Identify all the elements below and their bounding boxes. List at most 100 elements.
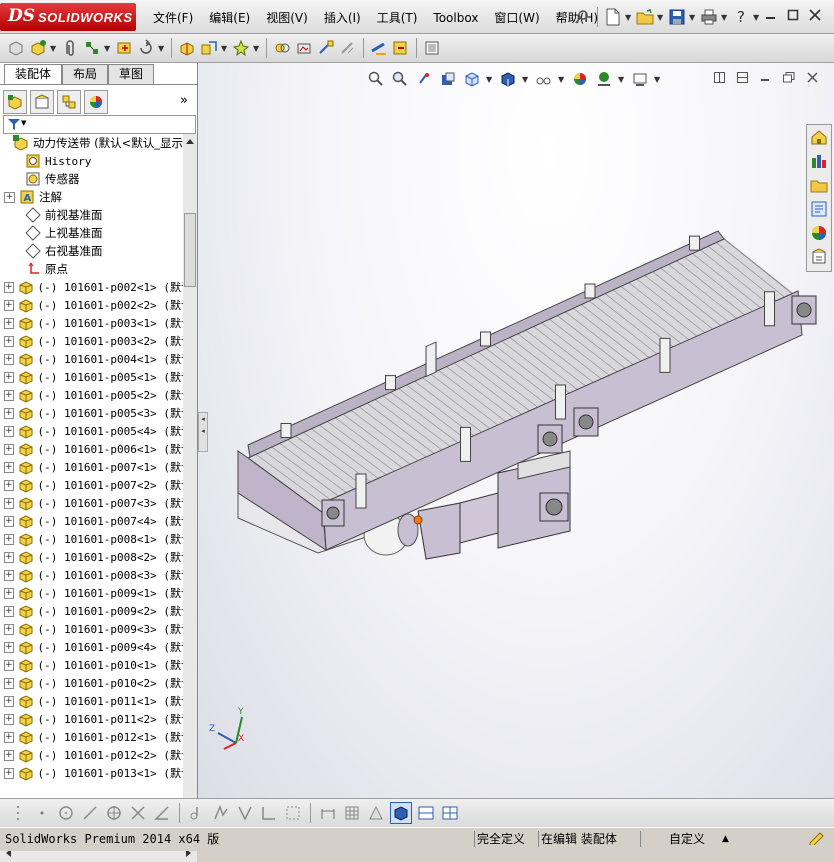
tree-item[interactable]: + (-) 101601-p010<1> (默认 (0, 656, 183, 674)
insert-component-icon[interactable] (28, 38, 48, 58)
mirror-icon[interactable] (235, 803, 255, 823)
tree-item[interactable]: + (-) 101601-p005<2> (默认 (0, 386, 183, 404)
print-icon[interactable] (699, 7, 719, 27)
expand-toggle-icon[interactable]: + (4, 623, 14, 635)
tree-item[interactable]: 上视基准面 (0, 224, 183, 242)
circle-icon[interactable] (56, 803, 76, 823)
new-dropdown-icon[interactable]: ▼ (625, 13, 633, 22)
expand-toggle-icon[interactable]: + (4, 335, 14, 347)
tree-scroll-thumb[interactable] (184, 213, 196, 287)
tree-item[interactable]: + (-) 101601-p007<4> (默认 (0, 512, 183, 530)
tree-item[interactable]: + (-) 101601-p005<4> (默认 (0, 422, 183, 440)
tree-item[interactable]: + (-) 101601-p012<1> (默认 (0, 728, 183, 746)
expand-toggle-icon[interactable]: + (4, 299, 14, 311)
snapshot-icon[interactable] (369, 38, 389, 58)
design-library-icon[interactable] (809, 151, 829, 171)
close-icon[interactable] (808, 8, 822, 22)
tree-item[interactable]: + (-) 101601-p007<2> (默认 (0, 476, 183, 494)
new-document-icon[interactable] (603, 7, 623, 27)
open-dropdown-icon[interactable]: ▼ (657, 13, 665, 22)
expand-toggle-icon[interactable]: + (4, 317, 14, 329)
conveyor-model[interactable]: Y Z X (198, 63, 834, 798)
display-style-icon[interactable] (498, 69, 518, 89)
viewport-minimize-icon[interactable] (760, 72, 771, 86)
offset-icon[interactable] (211, 803, 231, 823)
view-orientation-dropdown-icon[interactable]: ▼ (486, 75, 494, 84)
tree-item[interactable]: 右视基准面 (0, 242, 183, 260)
interference-icon[interactable] (272, 38, 292, 58)
scroll-up-icon[interactable] (185, 137, 195, 145)
menu-item[interactable]: 编辑(E) (201, 0, 258, 33)
new-part-icon[interactable] (6, 38, 26, 58)
expand-toggle-icon[interactable]: + (4, 605, 14, 617)
tree-item[interactable]: History (0, 152, 183, 170)
grid-icon[interactable] (342, 803, 362, 823)
menu-item[interactable]: 文件(F) (145, 0, 201, 33)
rebuild-icon[interactable] (808, 831, 824, 847)
simulation-icon[interactable] (391, 38, 411, 58)
tree-item[interactable]: + (-) 101601-p004<1> (默认 (0, 350, 183, 368)
menu-item[interactable]: 窗口(W) (486, 0, 547, 33)
section-view-icon[interactable] (438, 69, 458, 89)
point-icon[interactable] (32, 803, 52, 823)
tree-item[interactable]: 传感器 (0, 170, 183, 188)
menu-item[interactable]: 插入(I) (316, 0, 369, 33)
tree-item[interactable]: 前视基准面 (0, 206, 183, 224)
scene-dropdown-icon[interactable]: ▼ (618, 75, 626, 84)
paperclip-icon[interactable] (60, 38, 80, 58)
display-style-dropdown-icon[interactable]: ▼ (522, 75, 530, 84)
tree-item[interactable]: + (-) 101601-p003<2> (默认 (0, 332, 183, 350)
mate-dropdown-icon[interactable]: ▼ (104, 44, 112, 53)
file-explorer-icon[interactable] (809, 175, 829, 195)
save-dropdown-icon[interactable]: ▼ (689, 13, 697, 22)
view-settings-icon[interactable] (630, 69, 650, 89)
tree-item[interactable]: + (-) 101601-p009<2> (默认 (0, 602, 183, 620)
explode-dropdown-icon[interactable]: ▼ (253, 44, 261, 53)
expand-panel-icon[interactable]: » (180, 93, 188, 108)
insert-dropdown-icon[interactable]: ▼ (50, 44, 58, 53)
shaded-view-icon[interactable] (390, 802, 412, 824)
assembly-features-icon[interactable] (177, 38, 197, 58)
expand-toggle-icon[interactable]: + (4, 425, 14, 437)
expand-toggle-icon[interactable]: + (4, 749, 14, 761)
expand-toggle-icon[interactable]: + (4, 515, 14, 527)
tree-item[interactable]: + (-) 101601-p011<1> (默认 (0, 692, 183, 710)
zoom-to-fit-icon[interactable] (366, 69, 386, 89)
refgeom-dropdown-icon[interactable]: ▼ (221, 44, 229, 53)
split-window-icon[interactable] (416, 803, 436, 823)
rotate-component-icon[interactable] (136, 38, 156, 58)
tree-item[interactable]: + (-) 101601-p013<1> (默认 (0, 764, 183, 782)
tree-item[interactable]: + (-) 101601-p002<1> (默认 (0, 278, 183, 296)
expand-toggle-icon[interactable]: + (4, 479, 14, 491)
expand-toggle-icon[interactable]: + (4, 353, 14, 365)
expand-toggle-icon[interactable]: + (4, 407, 14, 419)
tree-item[interactable]: + (-) 101601-p008<3> (默认 (0, 566, 183, 584)
expand-toggle-icon[interactable]: + (4, 641, 14, 653)
expand-toggle-icon[interactable]: + (4, 713, 14, 725)
pin-icon[interactable] (572, 7, 592, 27)
previous-view-icon[interactable] (414, 69, 434, 89)
expand-toggle-icon[interactable]: + (4, 587, 14, 599)
expand-toggle-icon[interactable]: + (4, 281, 14, 293)
expand-toggle-icon[interactable]: + (4, 533, 14, 545)
filter-icon[interactable] (7, 118, 21, 131)
dimension-icon[interactable] (318, 803, 338, 823)
tree-item[interactable]: + (-) 101601-p009<4> (默认 (0, 638, 183, 656)
large-assembly-icon[interactable] (422, 38, 442, 58)
panel-collapse-handle[interactable]: ◂ ◂ (198, 412, 208, 452)
help-dropdown-icon[interactable]: ▼ (753, 13, 761, 22)
tree-item[interactable]: 动力传送带 (默认<默认_显示 (0, 134, 183, 152)
trim-icon[interactable] (128, 803, 148, 823)
expand-toggle-icon[interactable]: + (4, 569, 14, 581)
view-settings-dropdown-icon[interactable]: ▼ (654, 75, 662, 84)
apply-scene-icon[interactable] (594, 69, 614, 89)
hide-show-dropdown-icon[interactable]: ▼ (558, 75, 566, 84)
expand-toggle-icon[interactable]: + (4, 443, 14, 455)
split-view-icon[interactable] (714, 72, 725, 86)
graphics-area[interactable]: Y Z X (198, 63, 834, 798)
tree-item[interactable]: + (-) 101601-p012<2> (默认 (0, 746, 183, 764)
tree-item[interactable]: + (-) 101601-p002<2> (默认 (0, 296, 183, 314)
zoom-to-area-icon[interactable] (390, 69, 410, 89)
line-icon[interactable] (80, 803, 100, 823)
menu-item[interactable]: 视图(V) (258, 0, 316, 33)
